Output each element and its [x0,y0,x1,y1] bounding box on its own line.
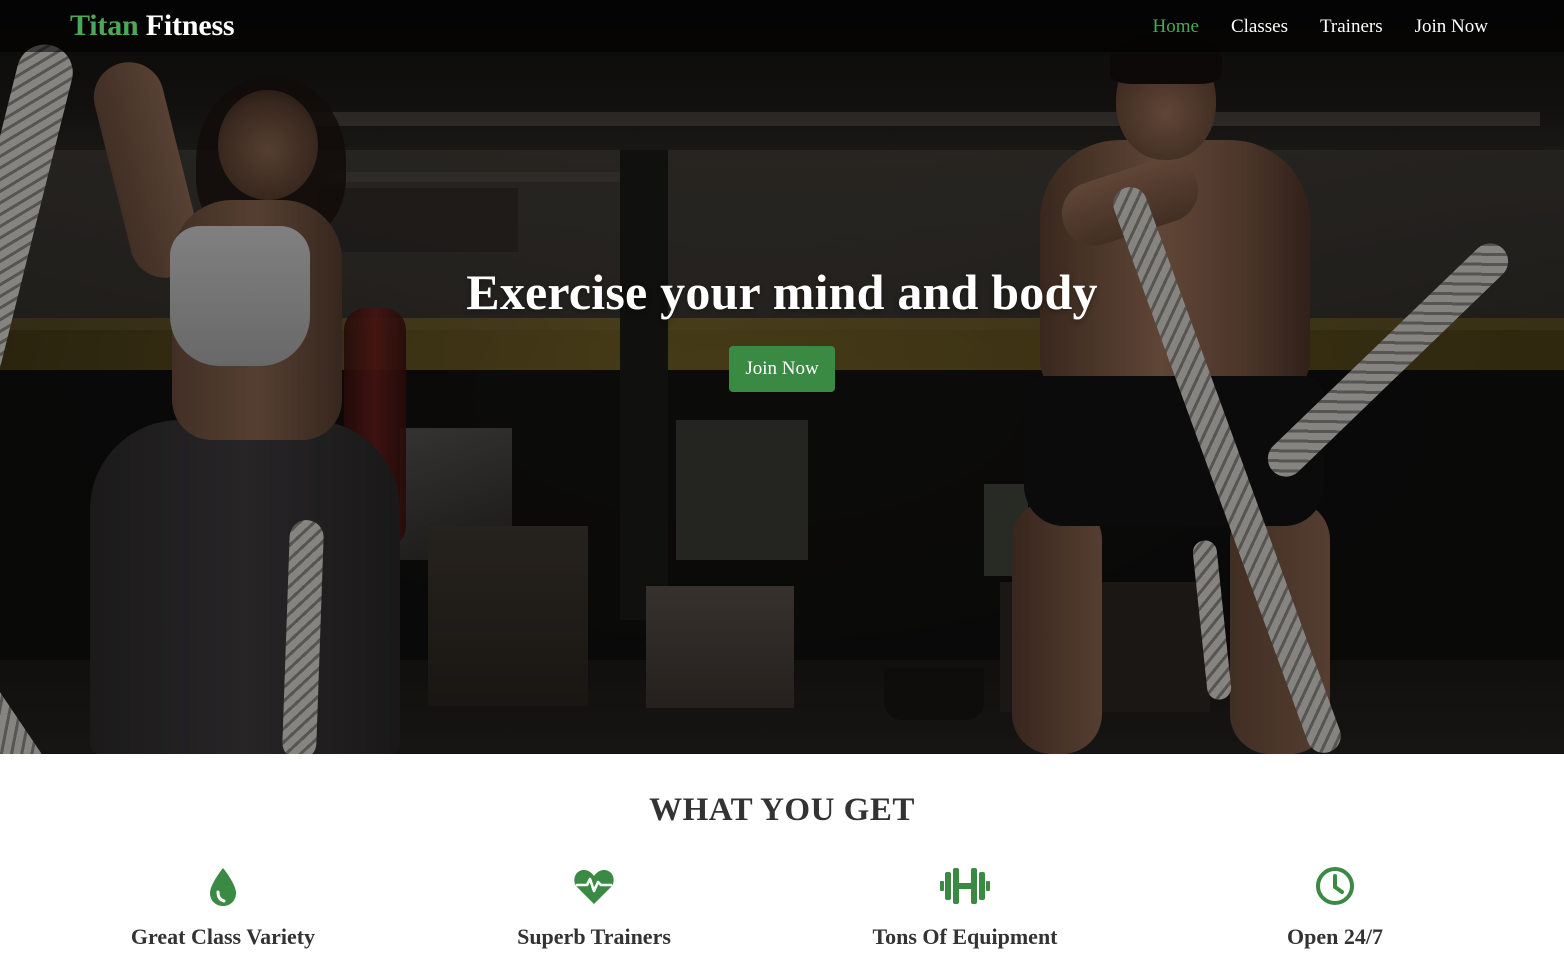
join-now-button[interactable]: Join Now [729,346,835,392]
clock-icon [1195,866,1475,908]
hero-section: Titan Fitness Home Classes Trainers Join… [0,0,1564,754]
nav-links: Home Classes Trainers Join Now [1153,17,1488,36]
feature-label: Open 24/7 [1287,924,1383,949]
features-section: WHAT YOU GET Great Class Variety Superb … [0,754,1564,969]
nav-link-join-now[interactable]: Join Now [1415,17,1488,36]
brand-logo[interactable]: Titan Fitness [70,9,235,42]
brand-name-first: Titan [70,9,139,42]
dumbbell-icon [825,866,1105,908]
feature-item-trainers: Superb Trainers [454,866,734,950]
feature-item-equipment: Tons Of Equipment [825,866,1105,950]
feature-label: Superb Trainers [517,924,671,949]
nav-link-classes[interactable]: Classes [1231,17,1288,36]
brand-name-second: Fitness [145,9,235,42]
feature-label: Great Class Variety [130,924,316,949]
nav-link-home[interactable]: Home [1153,17,1199,36]
features-title: WHAT YOU GET [649,792,915,828]
hero-title: Exercise your mind and body [466,264,1098,320]
feature-item-open-24-7: Open 24/7 [1195,866,1475,950]
nav-link-trainers[interactable]: Trainers [1320,17,1383,36]
hero-content: Exercise your mind and body Join Now [0,262,1564,392]
droplet-icon [83,866,363,908]
feature-label: Tons Of Equipment [872,924,1058,949]
heartbeat-icon [454,866,734,908]
feature-item-class-variety: Great Class Variety [83,866,363,950]
top-navbar: Titan Fitness Home Classes Trainers Join… [0,0,1564,52]
